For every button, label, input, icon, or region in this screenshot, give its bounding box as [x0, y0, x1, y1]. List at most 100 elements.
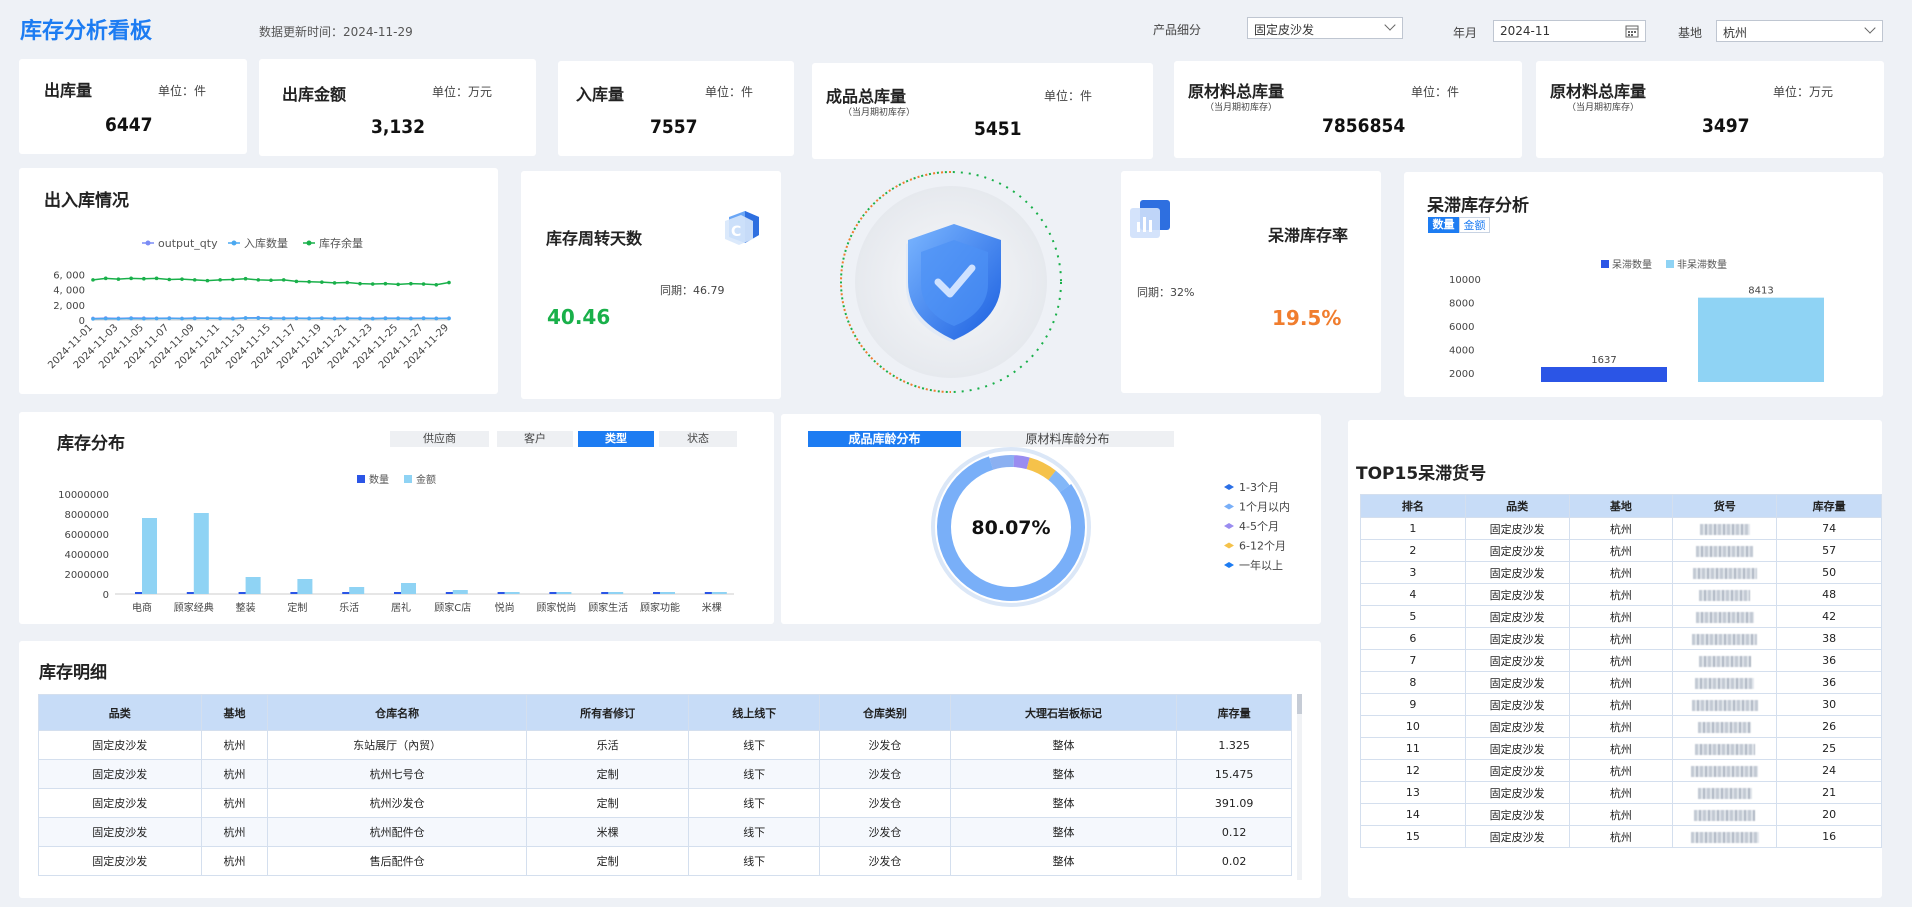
kpi-value: 3497 — [1702, 115, 1750, 137]
table-cell: 14 — [1360, 803, 1466, 826]
kpi-value: 7856854 — [1322, 115, 1406, 137]
top15-card: TOP15呆滞货号 排名 品类 基地 货号 库存量 1 固定皮沙发 杭州 74 2 固定皮… — [1348, 420, 1882, 898]
masked-item-code — [1672, 561, 1778, 584]
kpi-value: 7557 — [650, 116, 698, 138]
legend-label: 库存余量 — [319, 236, 363, 250]
table-cell: 15.475 — [1176, 759, 1292, 789]
redacted-text — [1695, 611, 1754, 623]
section-title: 库存周转天数 — [546, 229, 643, 248]
redacted-text — [1697, 787, 1752, 799]
table-cell: 固定皮沙发 — [1464, 649, 1570, 672]
data-point — [256, 278, 261, 282]
kpi-subtitle: （当月期初库存） — [843, 108, 916, 118]
table-cell: 48 — [1776, 583, 1882, 606]
base-select[interactable]: 杭州 — [1716, 20, 1883, 42]
data-point — [421, 316, 426, 321]
kpi-title: 原材料总库量 — [1188, 82, 1285, 101]
table-cell: 固定皮沙发 — [1464, 715, 1570, 738]
detail-table-wrap[interactable]: 品类 基地 仓库名称 所有者修订 线上线下 仓库类别 大理石岩板标记 库存量 固… — [38, 694, 1292, 880]
table-cell: 6 — [1360, 627, 1466, 650]
table-cell: 固定皮沙发 — [1464, 627, 1570, 650]
legend-marker — [1224, 542, 1234, 549]
table-row[interactable]: 1 固定皮沙发 杭州 74 — [1360, 517, 1882, 540]
table-cell: 杭州 — [1568, 825, 1674, 848]
table-row[interactable]: 固定皮沙发 杭州 售后配件仓 定制 线下 沙发仓 整体 0.02 — [38, 846, 1292, 876]
month-picker[interactable]: 2024-11 — [1493, 20, 1646, 42]
bar — [193, 513, 209, 594]
scrollbar[interactable] — [1297, 694, 1302, 880]
turnover-card: 库存周转天数 C 同期：46.79 40.46 — [521, 171, 781, 399]
table-cell: 26 — [1776, 715, 1882, 738]
table-cell: 8 — [1360, 671, 1466, 694]
turnover-yoy: 同期：46.79 — [660, 284, 725, 297]
table-cell: 25 — [1776, 737, 1882, 760]
column-header: 品类 — [38, 694, 202, 731]
table-row[interactable]: 13 固定皮沙发 杭州 21 — [1360, 781, 1882, 804]
bar — [290, 592, 299, 594]
table-row[interactable]: 8 固定皮沙发 杭州 36 — [1360, 671, 1882, 694]
donut-slice — [989, 455, 1015, 470]
column-header: 基地 — [1568, 494, 1674, 518]
page-title: 库存分析看板 — [20, 19, 153, 44]
table-row[interactable]: 9 固定皮沙发 杭州 30 — [1360, 693, 1882, 716]
table-header-row: 排名 品类 基地 货号 库存量 — [1360, 494, 1882, 518]
table-cell: 定制 — [525, 759, 690, 789]
legend-label: 1个月以内 — [1239, 500, 1290, 514]
product-filter-label: 产品细分 — [1153, 23, 1202, 37]
table-row[interactable]: 4 固定皮沙发 杭州 48 — [1360, 583, 1882, 606]
bar — [245, 577, 261, 594]
table-row[interactable]: 固定皮沙发 杭州 杭州沙发仓 定制 线下 沙发仓 整体 391.09 — [38, 788, 1292, 818]
table-row[interactable]: 6 固定皮沙发 杭州 38 — [1360, 627, 1882, 650]
redacted-text — [1699, 523, 1750, 535]
kpi-subtitle: （当月期初库存） — [1205, 103, 1278, 113]
table-cell: 74 — [1776, 517, 1882, 540]
table-cell: 固定皮沙发 — [1464, 781, 1570, 804]
table-row[interactable]: 7 固定皮沙发 杭州 36 — [1360, 649, 1882, 672]
table-cell: 线下 — [688, 846, 821, 876]
table-row[interactable]: 10 固定皮沙发 杭州 26 — [1360, 715, 1882, 738]
table-row[interactable]: 3 固定皮沙发 杭州 50 — [1360, 561, 1882, 584]
y-tick-label: 4000 — [1449, 346, 1474, 357]
kpi-unit: 单位：件 — [1044, 89, 1093, 103]
table-row[interactable]: 14 固定皮沙发 杭州 20 — [1360, 803, 1882, 826]
x-tick-label: 顾家经典 — [174, 601, 214, 614]
update-time: 数据更新时间：2024-11-29 — [259, 25, 413, 39]
bar-chart-icon — [1130, 200, 1170, 238]
table-row[interactable]: 固定皮沙发 杭州 杭州七号仓 定制 线下 沙发仓 整体 15.475 — [38, 759, 1292, 789]
table-cell: 12 — [1360, 759, 1466, 782]
table-row[interactable]: 固定皮沙发 杭州 杭州配件仓 米棵 线下 沙发仓 整体 0.12 — [38, 817, 1292, 847]
bar — [186, 592, 195, 594]
distribution-card: 库存分布 供应商 客户 类型 状态 10000000 8000000 6000000… — [19, 412, 774, 624]
legend-label: 金额 — [416, 473, 436, 486]
data-point — [294, 279, 299, 284]
table-row[interactable]: 2 固定皮沙发 杭州 57 — [1360, 539, 1882, 562]
data-point — [332, 316, 337, 321]
data-point — [256, 316, 261, 320]
table-cell: 固定皮沙发 — [38, 817, 202, 847]
legend-swatch — [357, 475, 365, 483]
table-row[interactable]: 15 固定皮沙发 杭州 16 — [1360, 825, 1882, 848]
x-tick-label: 定制 — [287, 601, 307, 614]
table-row[interactable]: 5 固定皮沙发 杭州 42 — [1360, 605, 1882, 628]
legend-marker — [231, 240, 237, 246]
table-cell: 10 — [1360, 715, 1466, 738]
age-donut-chart: 80.07% 1-3个月 1个月以内 4-5个月 6-12个月一年以上 — [931, 447, 1290, 607]
data-point — [434, 316, 439, 321]
scrollbar-thumb[interactable] — [1297, 694, 1302, 714]
product-select[interactable]: 固定皮沙发 — [1247, 17, 1403, 39]
data-point — [358, 281, 362, 286]
legend-marker — [1224, 562, 1234, 568]
data-point — [383, 316, 388, 321]
redacted-text — [1698, 721, 1752, 733]
x-tick-label: 顾家生活 — [588, 601, 628, 614]
table-row[interactable]: 11 固定皮沙发 杭州 25 — [1360, 737, 1882, 760]
table-cell: 杭州 — [200, 759, 269, 789]
y-tick-label: 10000 — [1449, 275, 1481, 286]
table-row[interactable]: 固定皮沙发 杭州 东站展厅（內贸） 乐活 线下 沙发仓 整体 1.325 — [38, 730, 1292, 760]
stagnant-rate-card: 呆滞库存率 同期：32% 19.5% — [1121, 171, 1381, 393]
table-cell: 整体 — [949, 759, 1178, 789]
table-row[interactable]: 12 固定皮沙发 杭州 24 — [1360, 759, 1882, 782]
masked-item-code — [1672, 803, 1778, 826]
x-tick-label: 乐活 — [339, 602, 359, 614]
table-cell: 57 — [1776, 539, 1882, 562]
